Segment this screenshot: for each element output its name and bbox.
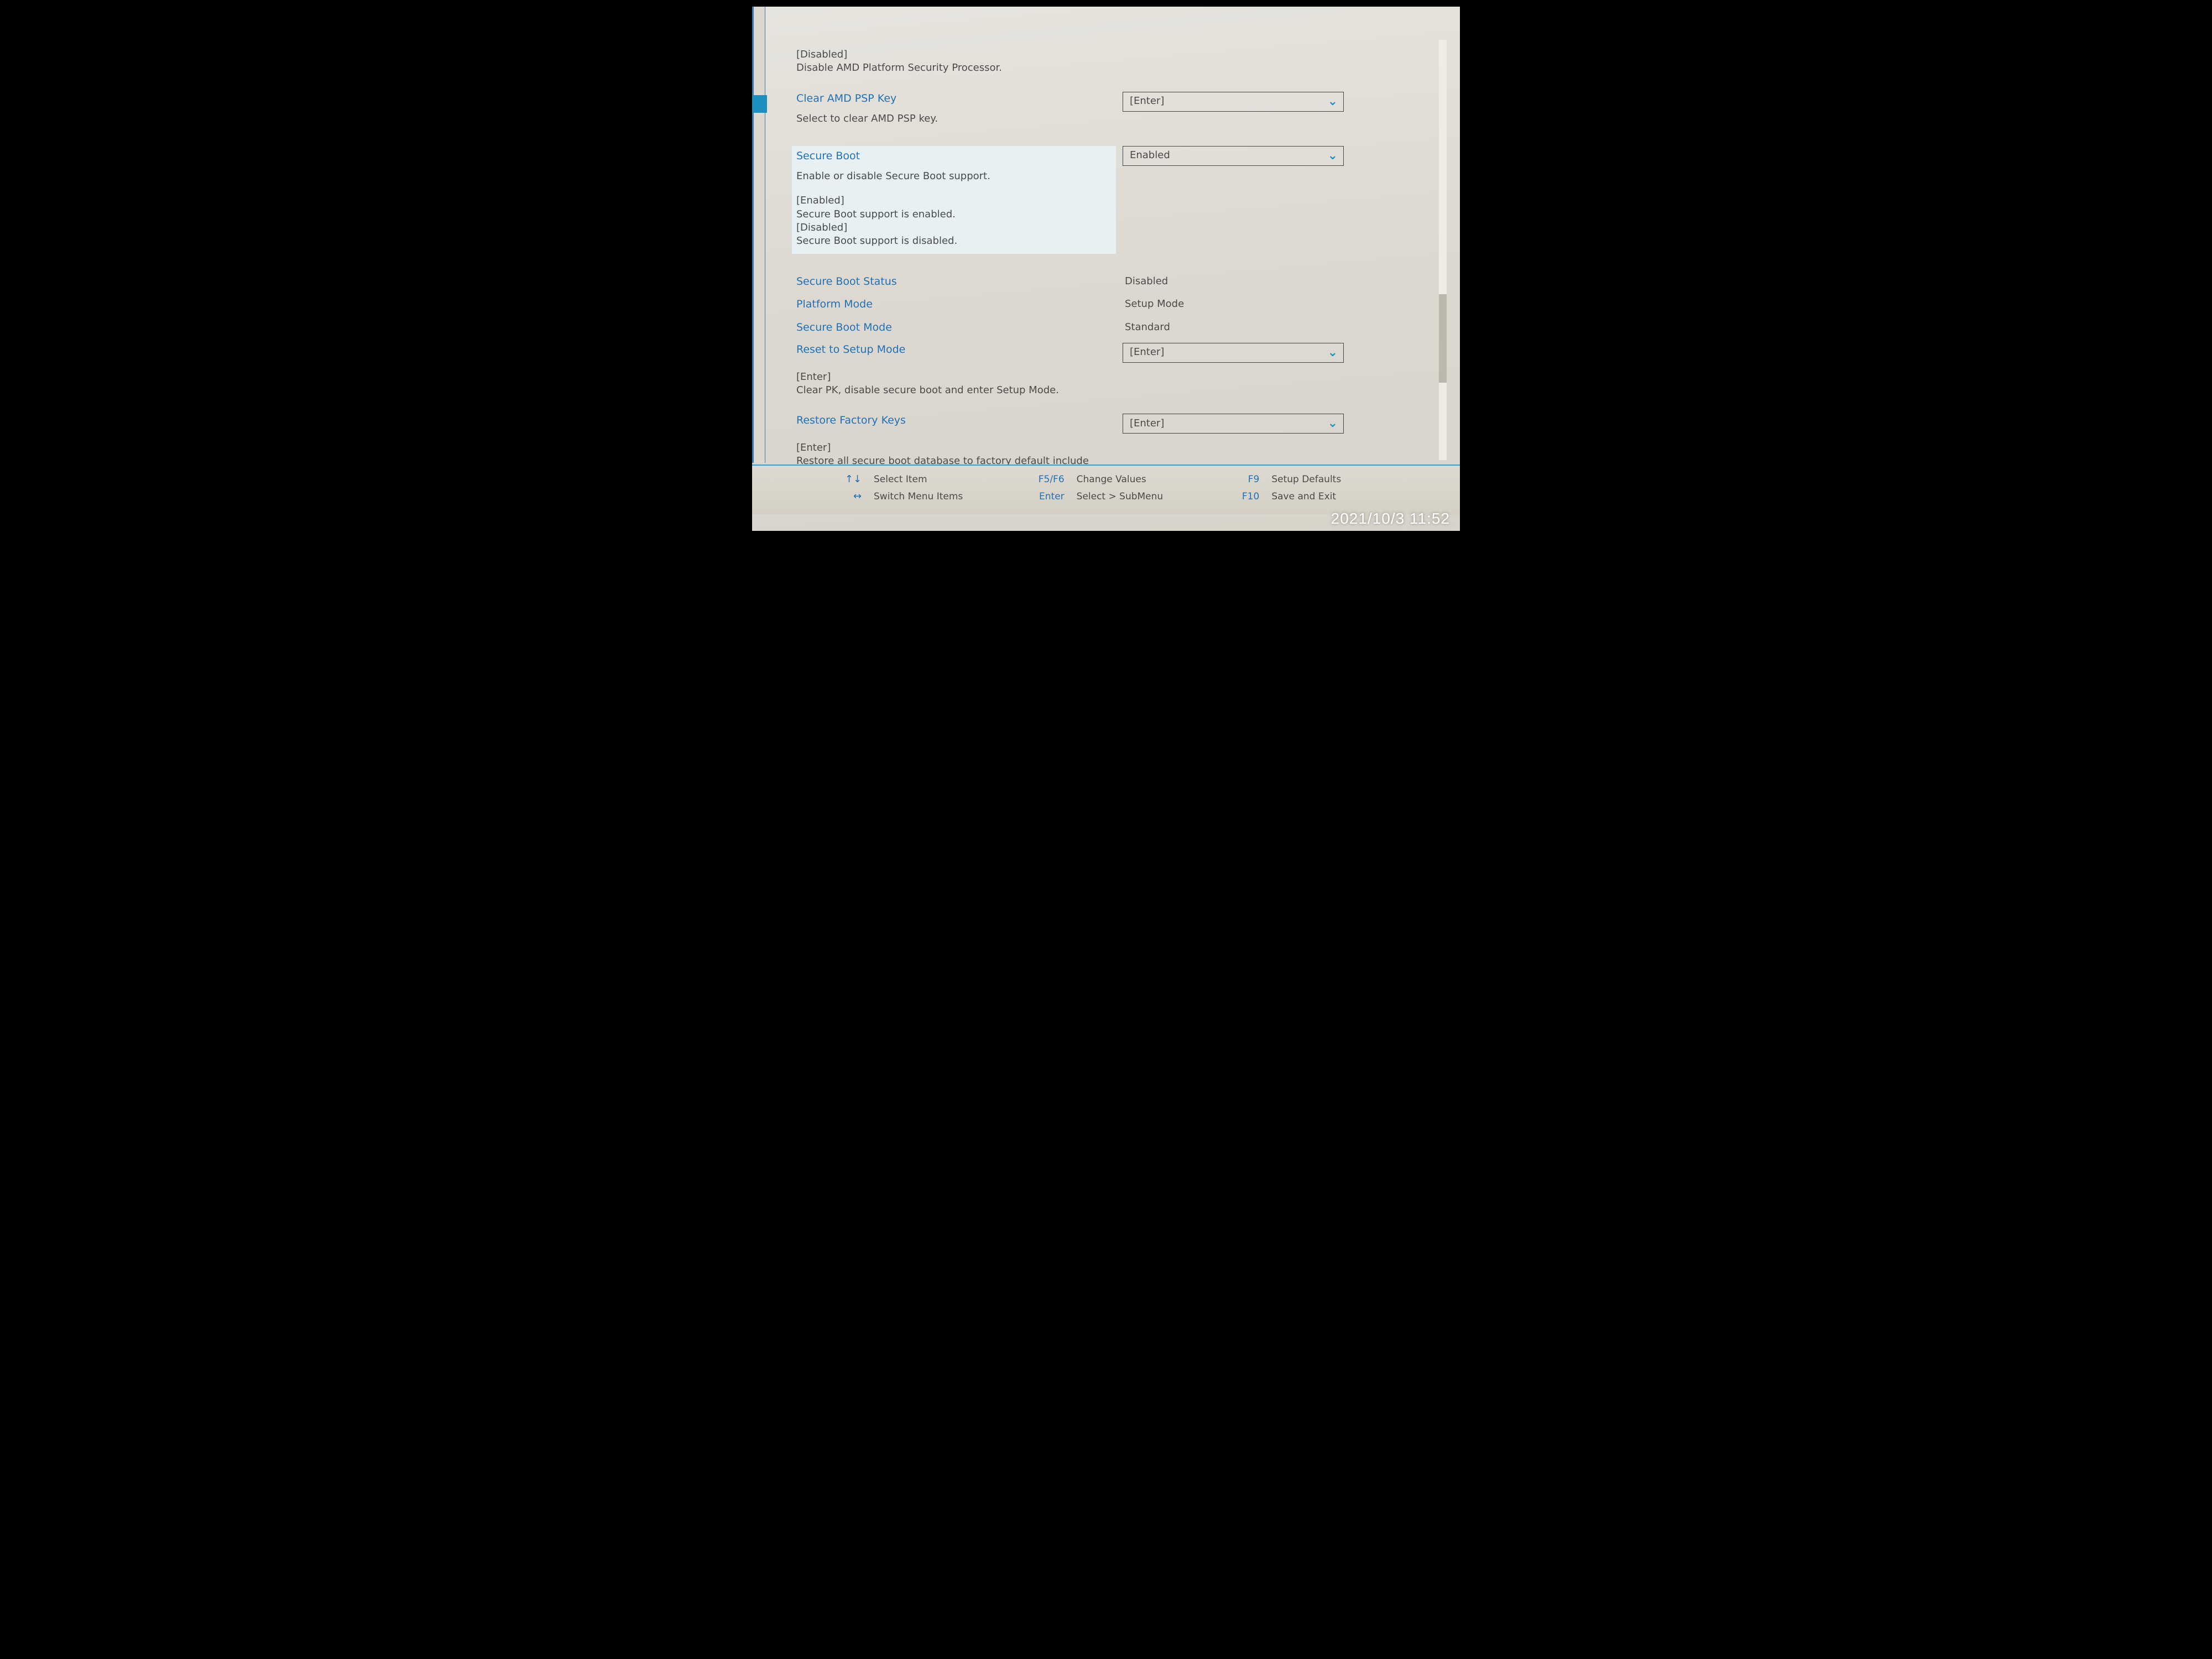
secure-boot-value: Enabled (1130, 149, 1170, 162)
footer-enter-key: Enter (1038, 491, 1065, 502)
footer-f9-key: F9 (1240, 474, 1259, 485)
secure-boot-highlight: Secure Boot Enable or disable Secure Boo… (792, 146, 1116, 254)
restore-keys-dropdown[interactable]: [Enter] ⌄ (1123, 414, 1344, 434)
clear-psp-desc: Select to clear AMD PSP key. (796, 112, 1112, 126)
updown-arrow-icon: ↑↓ (835, 473, 862, 485)
secure-boot-enabled-label: [Enabled] (796, 194, 1112, 207)
bios-screen: [Disabled] Disable AMD Platform Security… (752, 0, 1460, 531)
footer-f5f6-key: F5/F6 (1038, 474, 1065, 485)
left-rail-active-tab[interactable] (752, 95, 767, 113)
reset-setup-note-desc: Clear PK, disable secure boot and enter … (796, 384, 1438, 397)
footer-save-exit: Save and Exit (1271, 491, 1427, 502)
row-secure-boot: Secure Boot Enable or disable Secure Boo… (796, 146, 1438, 254)
secure-boot-desc: Enable or disable Secure Boot support. (796, 170, 1112, 183)
top-value-label: [Disabled] (796, 48, 1438, 61)
reset-setup-value: [Enter] (1130, 346, 1164, 359)
row-clear-psp: Clear AMD PSP Key Select to clear AMD PS… (796, 92, 1438, 126)
footer-f10-key: F10 (1240, 491, 1259, 502)
row-secure-boot-mode: Secure Boot Mode Standard (796, 320, 1438, 335)
restore-keys-title: Restore Factory Keys (796, 414, 1112, 428)
clear-psp-value: [Enter] (1130, 95, 1164, 108)
footer-action-keys: F9 Setup Defaults F10 Save and Exit (1240, 473, 1427, 502)
clear-psp-title: Clear AMD PSP Key (796, 92, 1112, 106)
reset-setup-note-label: [Enter] (796, 371, 1438, 384)
chevron-down-icon: ⌄ (1328, 148, 1338, 164)
restore-keys-note-label: [Enter] (796, 441, 1438, 455)
secure-boot-status-value: Disabled (1123, 275, 1168, 287)
leftright-arrow-icon: ↔ (835, 491, 862, 502)
restore-keys-value: [Enter] (1130, 417, 1164, 430)
footer-setup-defaults: Setup Defaults (1271, 474, 1427, 485)
clear-psp-dropdown[interactable]: [Enter] ⌄ (1123, 92, 1344, 112)
chevron-down-icon: ⌄ (1328, 345, 1338, 361)
scrollbar-thumb[interactable] (1439, 294, 1447, 383)
top-desc: Disable AMD Platform Security Processor. (796, 61, 1438, 75)
footer-select-item: Select Item (874, 474, 1021, 485)
secure-boot-mode-label: Secure Boot Mode (796, 321, 892, 333)
secure-boot-dropdown[interactable]: Enabled ⌄ (1123, 146, 1344, 166)
secure-boot-title: Secure Boot (796, 149, 1112, 164)
secure-boot-mode-value: Standard (1123, 321, 1170, 333)
chevron-down-icon: ⌄ (1328, 415, 1338, 432)
camera-timestamp: 2021/10/3 11:52 (1331, 510, 1450, 528)
footer-change-values: Change Values (1077, 474, 1224, 485)
secure-boot-disabled-desc: Secure Boot support is disabled. (796, 234, 1112, 248)
settings-panel: [Disabled] Disable AMD Platform Security… (796, 48, 1438, 459)
chevron-down-icon: ⌄ (1328, 93, 1338, 110)
footer-nav-keys: ↑↓ Select Item ↔ Switch Menu Items (835, 473, 1021, 502)
scrollbar[interactable] (1439, 40, 1447, 460)
footer-value-keys: F5/F6 Change Values Enter Select > SubMe… (1038, 473, 1224, 502)
left-rail (752, 7, 765, 463)
row-secure-boot-status: Secure Boot Status Disabled (796, 274, 1438, 289)
row-reset-setup: Reset to Setup Mode [Enter] ⌄ (796, 343, 1438, 363)
secure-boot-enabled-desc: Secure Boot support is enabled. (796, 208, 1112, 221)
secure-boot-disabled-label: [Disabled] (796, 221, 1112, 234)
footer-select-submenu: Select > SubMenu (1077, 491, 1224, 502)
reset-setup-title: Reset to Setup Mode (796, 343, 1112, 357)
platform-mode-label: Platform Mode (796, 298, 873, 310)
reset-setup-dropdown[interactable]: [Enter] ⌄ (1123, 343, 1344, 363)
row-restore-keys: Restore Factory Keys [Enter] ⌄ (796, 414, 1438, 434)
row-platform-mode: Platform Mode Setup Mode (796, 296, 1438, 312)
footer-help-bar: ↑↓ Select Item ↔ Switch Menu Items F5/F6… (752, 465, 1460, 514)
platform-mode-value: Setup Mode (1123, 298, 1184, 310)
secure-boot-status-label: Secure Boot Status (796, 275, 897, 288)
footer-switch-menu: Switch Menu Items (874, 491, 1021, 502)
